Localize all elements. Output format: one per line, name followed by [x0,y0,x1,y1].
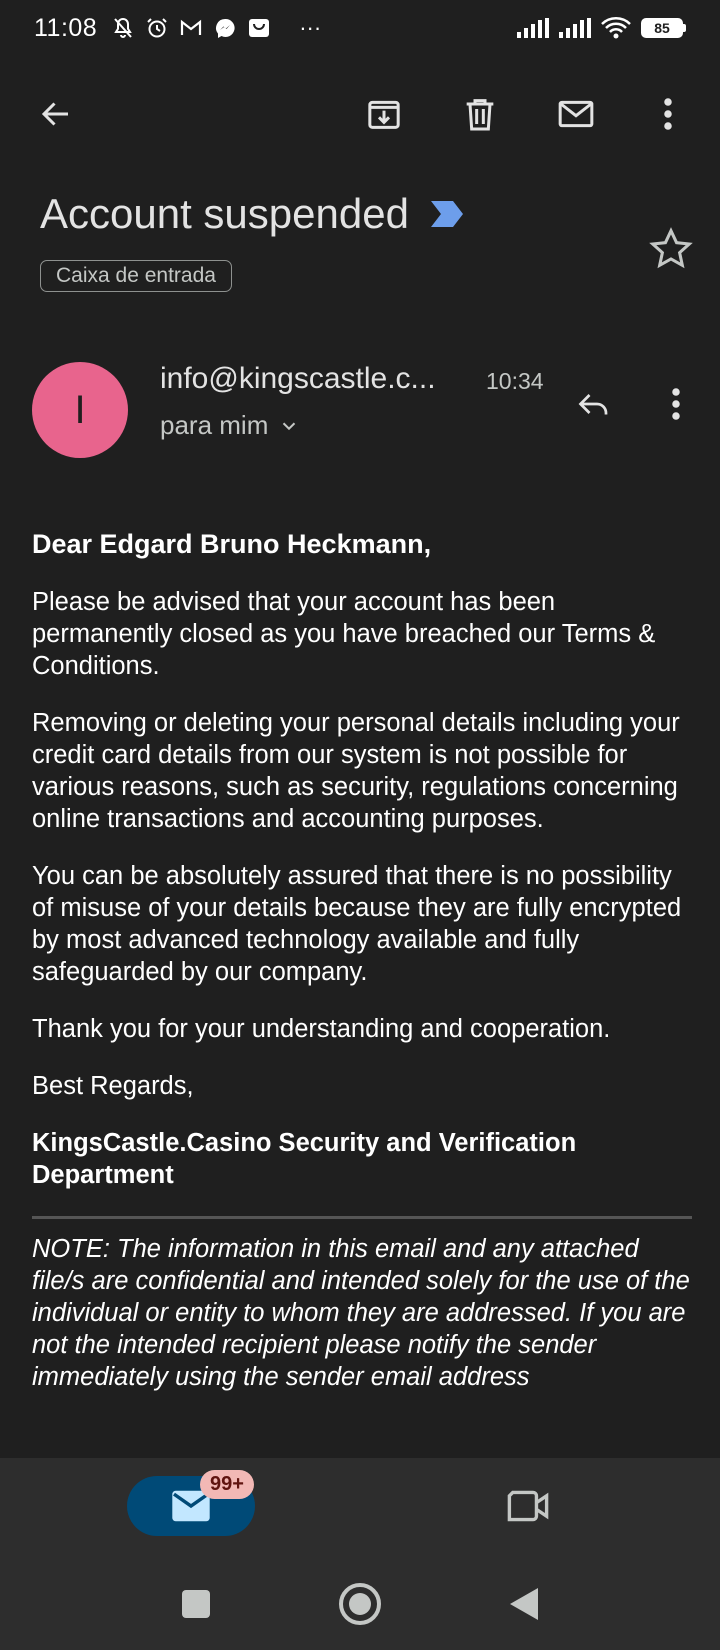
toolbar [0,76,720,152]
back-arrow-icon [41,102,68,126]
body-paragraph: Removing or deleting your personal detai… [32,709,680,833]
signal-icon [517,18,549,38]
triangle-back-icon [510,1588,538,1620]
shopping-bag-icon [249,19,270,37]
signal-icon-2 [559,18,591,38]
divider [32,1216,692,1219]
more-vert-icon [664,98,672,130]
email-signature: KingsCastle.Casino Security and Verifica… [32,1129,577,1189]
sender-row: I info@kingscastle.c... 10:34 para mim [0,358,720,458]
sender-name[interactable]: info@kingscastle.c... [160,362,465,396]
importance-marker-icon[interactable] [429,199,465,229]
gmail-icon [181,19,202,35]
clock: 11:08 [34,13,98,42]
battery-icon: 85 [641,18,686,38]
recipient-details-toggle[interactable]: para mim [160,410,300,441]
delete-button[interactable] [454,88,506,140]
more-notifications-icon: ··· [299,15,322,40]
archive-icon [368,100,400,129]
body-paragraph: Please be advised that your account has … [32,588,656,680]
messenger-icon [216,18,235,38]
body-paragraph: You can be absolutely assured that there… [32,862,682,986]
mark-unread-button[interactable] [550,88,602,140]
recents-button[interactable] [166,1574,226,1634]
bell-off-icon [114,17,133,38]
home-button[interactable] [330,1574,390,1634]
square-icon [182,1590,210,1618]
alarm-icon [147,18,167,38]
email-body: Dear Edgard Bruno Heckmann, Please be ad… [32,528,692,1418]
email-time: 10:34 [486,368,544,394]
wifi-icon [601,17,631,39]
system-navigation-bar [0,1574,720,1644]
status-bar: 11:08 ··· 85 [0,0,720,56]
back-nav-button[interactable] [494,1574,554,1634]
more-options-button[interactable] [642,88,694,140]
recipient-label: para mim [160,410,269,440]
reply-button[interactable] [568,378,620,430]
subject-line: Account suspended [40,190,680,238]
subject-area: Account suspended Caixa de entrada [40,190,680,292]
message-more-button[interactable] [652,378,700,430]
email-greeting: Dear Edgard Bruno Heckmann, [32,529,432,559]
inbox-label-chip[interactable]: Caixa de entrada [40,260,232,292]
circle-icon [339,1583,381,1625]
delete-icon [466,99,494,131]
meet-tab[interactable] [502,1480,554,1532]
mark-unread-icon [558,100,594,128]
back-button[interactable] [30,88,82,140]
battery-level: 85 [641,18,683,38]
status-bar-right: 85 [517,17,686,39]
email-subject: Account suspended [40,190,409,237]
more-vert-icon [672,388,680,420]
unread-count-badge: 99+ [200,1470,254,1499]
chevron-down-icon [283,422,296,430]
reply-icon [578,394,608,415]
star-icon[interactable] [648,226,694,272]
body-paragraph: Best Regards, [32,1072,194,1100]
bottom-navigation: 99+ [0,1458,720,1650]
video-camera-icon [507,1490,549,1522]
sender-avatar[interactable]: I [32,362,128,458]
archive-button[interactable] [358,88,410,140]
body-paragraph: Thank you for your understanding and coo… [32,1015,611,1043]
email-note: NOTE: The information in this email and … [32,1235,690,1391]
status-bar-left: 11:08 ··· [34,14,321,43]
